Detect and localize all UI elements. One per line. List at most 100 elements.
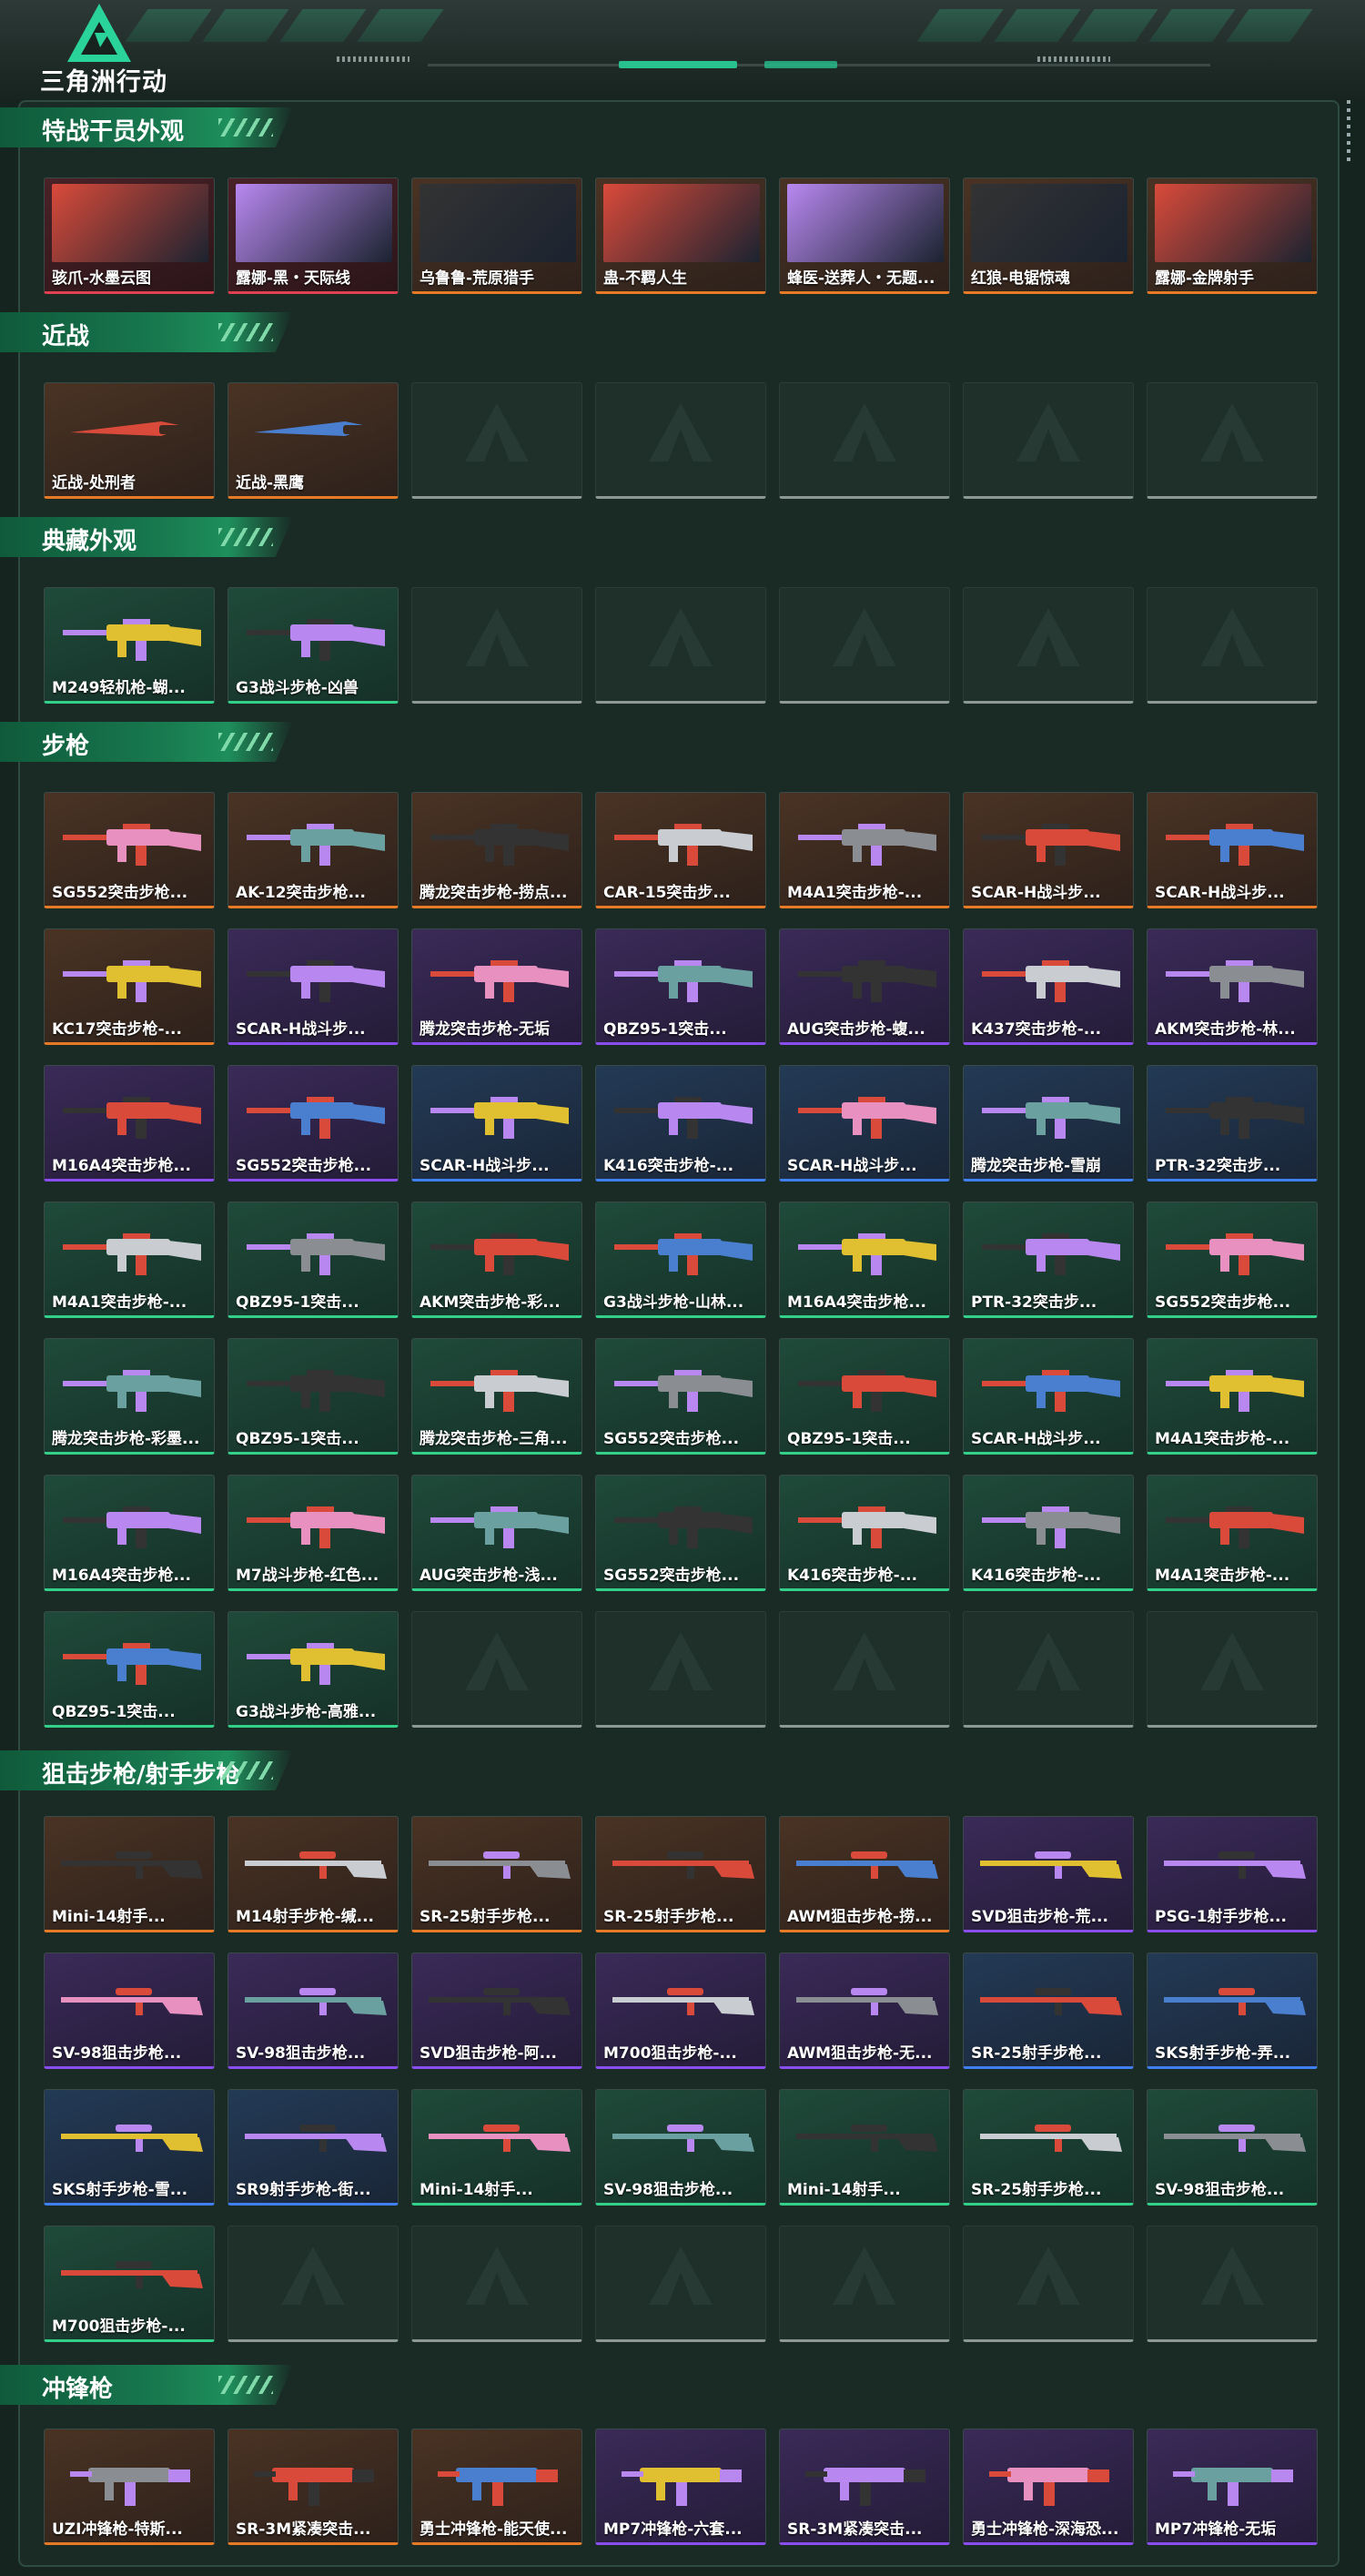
skin-card[interactable]: SV-98狙击步枪...: [228, 1952, 399, 2069]
skin-card[interactable]: PTR-32突击步...: [963, 1202, 1134, 1318]
skin-card[interactable]: SR-25射手步枪...: [411, 1816, 582, 1932]
scrollbar[interactable]: [1347, 100, 1350, 164]
skin-card[interactable]: MP7冲锋枪-无垢: [1147, 2429, 1318, 2545]
skin-card[interactable]: QBZ95-1突击...: [44, 1611, 215, 1728]
skin-card[interactable]: SG552突击步枪...: [595, 1475, 766, 1591]
skin-card[interactable]: M16A4突击步枪...: [44, 1065, 215, 1182]
skin-card[interactable]: K416突击步枪-...: [595, 1065, 766, 1182]
skin-card[interactable]: Mini-14射手...: [411, 2089, 582, 2206]
skin-card[interactable]: SR9射手步枪-街...: [228, 2089, 399, 2206]
skin-label: SVD狙击步枪-阿...: [420, 2044, 557, 2063]
skin-card[interactable]: SKS射手步枪-弄...: [1147, 1952, 1318, 2069]
skin-card[interactable]: 乌鲁鲁-荒原猎手: [411, 177, 582, 294]
skin-card[interactable]: CAR-15突击步...: [595, 792, 766, 908]
skin-card[interactable]: G3战斗步枪-山林...: [595, 1202, 766, 1318]
skin-card[interactable]: SVD狙击步枪-荒...: [963, 1816, 1134, 1932]
rifle-icon: [982, 1097, 1120, 1139]
skin-card[interactable]: K416突击步枪-...: [779, 1475, 950, 1591]
skin-card[interactable]: SG552突击步枪...: [595, 1338, 766, 1455]
skin-card[interactable]: Mini-14射手...: [779, 2089, 950, 2206]
skin-card[interactable]: M4A1突击步枪-...: [44, 1202, 215, 1318]
skin-card[interactable]: 勇士冲锋枪-深海恐...: [963, 2429, 1134, 2545]
rifle-icon: [63, 960, 201, 1002]
skin-card[interactable]: PSG-1射手步枪...: [1147, 1816, 1318, 1932]
skin-card[interactable]: M700狙击步枪-...: [595, 1952, 766, 2069]
skin-grid: Mini-14射手... M14射手步枪-缄... SR-25射手步枪... SR-2…: [44, 1816, 1318, 2342]
skin-card[interactable]: AWM狙击步枪-捞...: [779, 1816, 950, 1932]
skin-card[interactable]: SR-25射手步枪...: [963, 2089, 1134, 2206]
skin-card[interactable]: SCAR-H战斗步...: [228, 928, 399, 1045]
skin-card[interactable]: SR-3M紧凑突击...: [779, 2429, 950, 2545]
skin-card[interactable]: 勇士冲锋枪-能天使...: [411, 2429, 582, 2545]
skin-card[interactable]: M249轻机枪-蝴...: [44, 587, 215, 704]
operator-portrait-icon: [1155, 184, 1311, 262]
skin-card[interactable]: SCAR-H战斗步...: [963, 792, 1134, 908]
skin-card[interactable]: AK-12突击步枪...: [228, 792, 399, 908]
skin-card[interactable]: M14射手步枪-缄...: [228, 1816, 399, 1932]
skin-card[interactable]: 腾龙突击步枪-捞点...: [411, 792, 582, 908]
skin-card[interactable]: SCAR-H战斗步...: [411, 1065, 582, 1182]
skin-label: M700狙击步枪-...: [603, 2044, 737, 2063]
skin-card[interactable]: MP7冲锋枪-六套...: [595, 2429, 766, 2545]
skin-card[interactable]: SKS射手步枪-雪...: [44, 2089, 215, 2206]
skin-card[interactable]: SG552突击步枪...: [1147, 1202, 1318, 1318]
skin-label: SG552突击步枪...: [52, 884, 188, 902]
skin-card[interactable]: AWM狙击步枪-无...: [779, 1952, 950, 2069]
skin-card[interactable]: M4A1突击步枪-...: [1147, 1475, 1318, 1591]
header-stripe: [279, 9, 367, 42]
skin-card[interactable]: QBZ95-1突击...: [595, 928, 766, 1045]
rifle-icon: [982, 824, 1120, 866]
skin-card[interactable]: SCAR-H战斗步...: [1147, 792, 1318, 908]
skin-card[interactable]: G3战斗步枪-高雅...: [228, 1611, 399, 1728]
skin-card[interactable]: SVD狙击步枪-阿...: [411, 1952, 582, 2069]
skin-card[interactable]: M7战斗步枪-红色...: [228, 1475, 399, 1591]
skin-card[interactable]: 腾龙突击步枪-三角...: [411, 1338, 582, 1455]
skin-card[interactable]: 骇爪-水墨云图: [44, 177, 215, 294]
skin-card[interactable]: 腾龙突击步枪-无垢: [411, 928, 582, 1045]
skin-label: 红狼-电锯惊魂: [971, 269, 1071, 288]
skin-card[interactable]: AUG突击步枪-蝮...: [779, 928, 950, 1045]
skin-label: M4A1突击步枪-...: [1155, 1567, 1290, 1585]
skin-card[interactable]: G3战斗步枪-凶兽: [228, 587, 399, 704]
skin-card[interactable]: 露娜-金牌射手: [1147, 177, 1318, 294]
skin-card[interactable]: QBZ95-1突击...: [228, 1338, 399, 1455]
skin-card[interactable]: 腾龙突击步枪-雪崩: [963, 1065, 1134, 1182]
skin-card[interactable]: SCAR-H战斗步...: [779, 1065, 950, 1182]
skin-card[interactable]: M700狙击步枪-...: [44, 2226, 215, 2342]
skin-card[interactable]: SR-25射手步枪...: [963, 1952, 1134, 2069]
skin-card[interactable]: AKM突击步枪-林...: [1147, 928, 1318, 1045]
skin-label: K416突击步枪-...: [787, 1567, 918, 1585]
skin-card[interactable]: 蛊-不羁人生: [595, 177, 766, 294]
skin-card[interactable]: SR-3M紧凑突击...: [228, 2429, 399, 2545]
skin-card[interactable]: K416突击步枪-...: [963, 1475, 1134, 1591]
skin-card[interactable]: SR-25射手步枪...: [595, 1816, 766, 1932]
skin-card[interactable]: 红狼-电锯惊魂: [963, 177, 1134, 294]
lmg-icon: [63, 619, 201, 661]
skin-card[interactable]: QBZ95-1突击...: [228, 1202, 399, 1318]
skin-card[interactable]: 露娜-黑・天际线: [228, 177, 399, 294]
skin-card[interactable]: PTR-32突击步...: [1147, 1065, 1318, 1182]
skin-card[interactable]: 近战-黑鹰: [228, 382, 399, 499]
skin-card[interactable]: AUG突击步枪-浅...: [411, 1475, 582, 1591]
skin-card[interactable]: M16A4突击步枪...: [44, 1475, 215, 1591]
skin-card[interactable]: K437突击步枪-...: [963, 928, 1134, 1045]
skin-card[interactable]: 腾龙突击步枪-彩墨...: [44, 1338, 215, 1455]
skin-card[interactable]: SG552突击步枪...: [44, 792, 215, 908]
skin-card[interactable]: SV-98狙击步枪...: [1147, 2089, 1318, 2206]
skin-card[interactable]: SV-98狙击步枪...: [44, 1952, 215, 2069]
skin-card[interactable]: KC17突击步枪-...: [44, 928, 215, 1045]
skin-card[interactable]: M16A4突击步枪...: [779, 1202, 950, 1318]
skin-card[interactable]: 蜂医-送葬人・无题...: [779, 177, 950, 294]
skin-card[interactable]: UZI冲锋枪-特斯...: [44, 2429, 215, 2545]
skin-card[interactable]: M4A1突击步枪-...: [1147, 1338, 1318, 1455]
skin-label: M16A4突击步枪...: [52, 1157, 191, 1175]
skin-card[interactable]: 近战-处刑者: [44, 382, 215, 499]
skin-card[interactable]: SG552突击步枪...: [228, 1065, 399, 1182]
skin-card[interactable]: M4A1突击步枪-...: [779, 792, 950, 908]
skin-card[interactable]: QBZ95-1突击...: [779, 1338, 950, 1455]
skin-card[interactable]: SV-98狙击步枪...: [595, 2089, 766, 2206]
skin-card[interactable]: SCAR-H战斗步...: [963, 1338, 1134, 1455]
skin-card[interactable]: Mini-14射手...: [44, 1816, 215, 1932]
skin-card[interactable]: AKM突击步枪-彩...: [411, 1202, 582, 1318]
empty-slot: [779, 1611, 950, 1728]
